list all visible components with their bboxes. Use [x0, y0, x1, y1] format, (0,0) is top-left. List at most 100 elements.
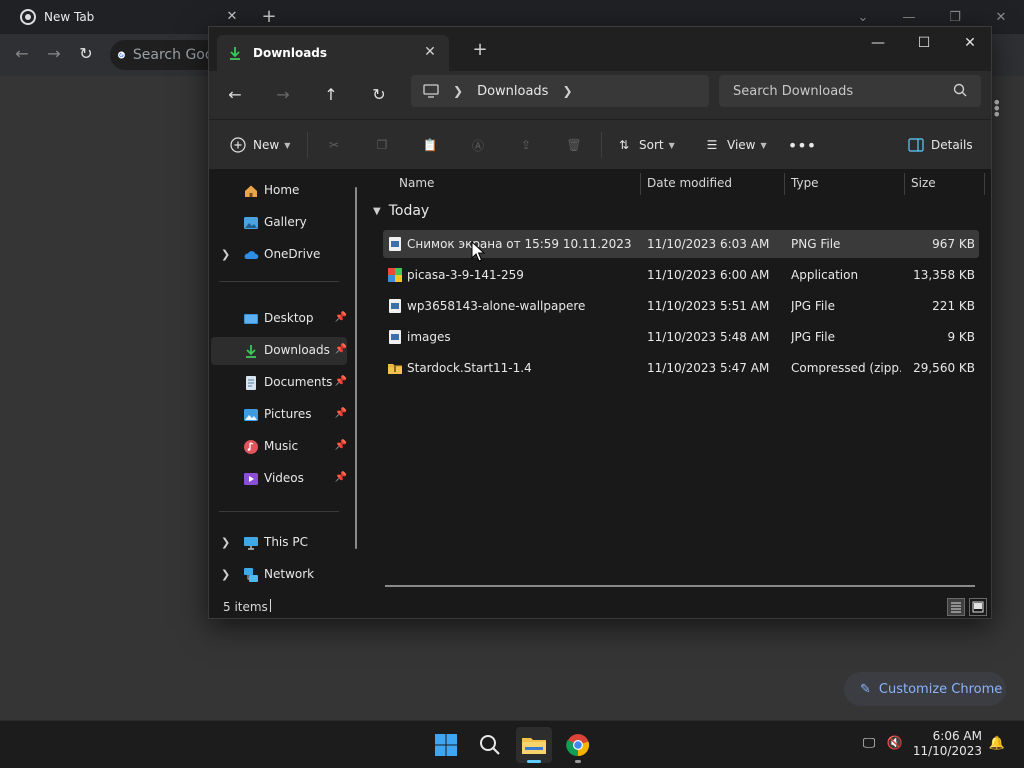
folder-icon — [522, 738, 546, 754]
pin-icon[interactable]: 📌 — [335, 312, 347, 323]
details-pane-icon — [907, 136, 925, 154]
file-row[interactable]: picasa-3-9-141-259 11/10/2023 6:00 AM Ap… — [383, 261, 979, 289]
sidebar-item-label: This PC — [264, 535, 308, 549]
pin-icon[interactable]: 📌 — [335, 472, 347, 483]
customize-chrome-button[interactable]: ✎ Customize Chrome — [844, 672, 1006, 706]
address-bar[interactable]: ❯ Downloads ❯ — [411, 75, 709, 107]
chrome-tab-close-icon[interactable]: ✕ — [224, 9, 240, 25]
sort-button[interactable]: ⇅ Sort ▼ — [615, 132, 675, 158]
pin-icon[interactable]: 📌 — [335, 408, 347, 419]
breadcrumb-chevron-icon[interactable]: ❯ — [562, 84, 572, 98]
sidebar-item-onedrive[interactable]: ❯ OneDrive — [211, 241, 347, 269]
share-icon: ⇪ — [520, 138, 532, 152]
sidebar-item-network[interactable]: ❯ Network — [211, 561, 347, 589]
file-name: Снимок экрана от 15:59 10.11.2023 — [407, 237, 632, 251]
back-arrow-icon[interactable]: ← — [223, 83, 247, 107]
forward-arrow-icon[interactable]: → — [271, 83, 295, 107]
explorer-tab-downloads[interactable]: Downloads ✕ — [217, 35, 449, 71]
sidebar-item-desktop[interactable]: Desktop 📌 — [211, 305, 347, 333]
delete-button[interactable]: 🗑 — [565, 132, 583, 158]
pin-icon[interactable]: 📌 — [335, 344, 347, 355]
group-header-today[interactable]: ▼ Today — [373, 203, 429, 219]
sidebar-item-home[interactable]: Home — [211, 177, 347, 205]
sidebar-item-music[interactable]: Music 📌 — [211, 433, 347, 461]
view-button[interactable]: ☰ View ▼ — [703, 132, 767, 158]
new-label: New — [253, 138, 280, 152]
column-divider[interactable] — [904, 173, 905, 195]
chrome-reload-icon[interactable]: ↻ — [76, 44, 96, 64]
rename-button[interactable]: Ⓐ — [469, 132, 487, 158]
notification-bell-icon[interactable]: 🔔 — [988, 735, 1006, 753]
search-taskbar-button[interactable] — [472, 727, 508, 763]
column-header-type[interactable]: Type — [791, 169, 819, 197]
copy-button[interactable]: ❐ — [373, 132, 391, 158]
paste-button[interactable]: 📋 — [421, 132, 439, 158]
file-row[interactable]: images 11/10/2023 5:48 AM JPG File 9 KB — [383, 323, 979, 351]
sidebar-item-documents[interactable]: Documents 📌 — [211, 369, 347, 397]
search-box[interactable]: Search Downloads — [719, 75, 981, 107]
file-explorer-taskbar-button[interactable] — [516, 727, 552, 763]
chrome-new-tab-button[interactable]: + — [260, 8, 278, 26]
file-type: JPG File — [791, 330, 835, 344]
file-size: 221 KB — [932, 299, 975, 313]
column-divider[interactable] — [984, 173, 985, 195]
explorer-new-tab-button[interactable]: + — [471, 41, 489, 59]
column-header-size[interactable]: Size — [911, 169, 936, 197]
column-header-date[interactable]: Date modified — [647, 169, 732, 197]
see-more-button[interactable]: ••• — [788, 132, 816, 158]
breadcrumb-chevron-icon[interactable]: ❯ — [453, 84, 463, 98]
file-row[interactable]: wp3658143-alone-wallpapere 11/10/2023 5:… — [383, 292, 979, 320]
gallery-icon — [244, 217, 258, 229]
sidebar-item-pictures[interactable]: Pictures 📌 — [211, 401, 347, 429]
network-tray-icon[interactable]: 🖵 — [860, 735, 878, 753]
pin-icon[interactable]: 📌 — [335, 440, 347, 451]
google-icon — [118, 51, 125, 59]
file-type: Application — [791, 268, 859, 282]
column-divider[interactable] — [640, 173, 641, 195]
chrome-back-icon[interactable]: ← — [12, 44, 32, 64]
taskbar: 🖵 🔇 6:06 AM 11/10/2023 🔔 — [0, 720, 1024, 768]
sidebar-item-videos[interactable]: Videos 📌 — [211, 465, 347, 493]
chevron-right-icon[interactable]: ❯ — [221, 248, 230, 261]
chrome-forward-icon[interactable]: → — [44, 44, 64, 64]
sidebar-item-gallery[interactable]: Gallery — [211, 209, 347, 237]
sidebar-scrollbar[interactable] — [355, 187, 357, 549]
system-clock[interactable]: 6:06 AM 11/10/2023 — [910, 729, 982, 759]
explorer-maximize-button[interactable]: ☐ — [901, 27, 947, 59]
share-button[interactable]: ⇪ — [517, 132, 535, 158]
explorer-close-button[interactable]: ✕ — [947, 27, 993, 59]
sidebar-item-this-pc[interactable]: ❯ This PC — [211, 529, 347, 557]
new-button[interactable]: New ▼ — [229, 132, 290, 158]
chrome-tab-title: New Tab — [44, 10, 95, 24]
file-row[interactable]: Stardock.Start11-1.4 11/10/2023 5:47 AM … — [383, 354, 979, 382]
start-button[interactable] — [428, 727, 464, 763]
explorer-tab-close-icon[interactable]: ✕ — [421, 44, 439, 60]
this-pc-icon — [244, 537, 258, 550]
sidebar-item-downloads[interactable]: Downloads 📌 — [211, 337, 347, 365]
column-header-name[interactable]: Name — [399, 169, 434, 197]
column-divider[interactable] — [784, 173, 785, 195]
volume-muted-icon[interactable]: 🔇 — [886, 735, 904, 753]
sidebar-item-label: Music — [264, 439, 299, 453]
file-date: 11/10/2023 5:51 AM — [647, 299, 770, 313]
chrome-favicon-icon — [20, 9, 36, 25]
command-bar: New ▼ ✂ ❐ 📋 Ⓐ ⇪ 🗑 ⇅ Sort ▼ ☰ View ▼ ••• … — [209, 119, 991, 169]
chevron-right-icon[interactable]: ❯ — [221, 536, 230, 549]
up-arrow-icon[interactable]: ↑ — [319, 83, 343, 107]
sidebar-item-label: Home — [264, 183, 300, 197]
chrome-taskbar-button[interactable] — [560, 727, 596, 763]
chrome-menu-icon[interactable]: • • • — [992, 95, 1001, 123]
pin-icon[interactable]: 📌 — [335, 376, 347, 387]
explorer-minimize-button[interactable]: — — [855, 27, 901, 59]
chrome-omnibox[interactable]: Search Google or type a URL — [110, 40, 220, 70]
chevron-right-icon[interactable]: ❯ — [221, 568, 230, 581]
details-button[interactable]: Details — [907, 132, 973, 158]
cut-button[interactable]: ✂ — [325, 132, 343, 158]
refresh-icon[interactable]: ↻ — [367, 83, 391, 107]
breadcrumb-downloads[interactable]: Downloads — [477, 84, 548, 99]
sort-arrows-icon: ⇅ — [618, 138, 630, 152]
details-view-button[interactable] — [947, 598, 965, 616]
tiles-view-button[interactable] — [969, 598, 987, 616]
file-size: 13,358 KB — [913, 268, 975, 282]
horizontal-scrollbar[interactable] — [385, 585, 975, 587]
